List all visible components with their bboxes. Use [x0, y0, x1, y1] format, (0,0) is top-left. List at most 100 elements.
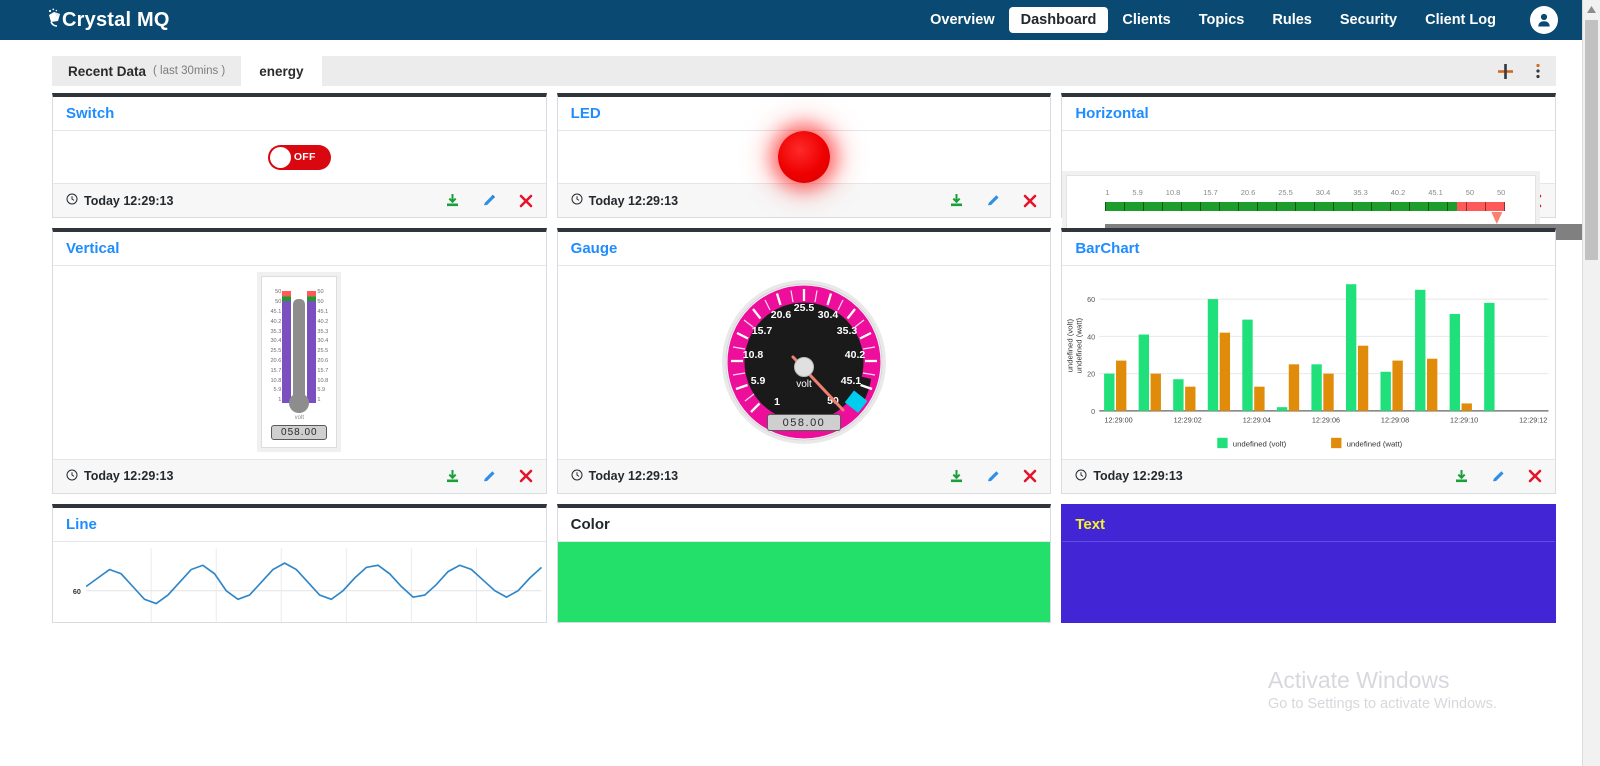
nav-item-clients[interactable]: Clients [1108, 7, 1184, 33]
hg-tick: 45.1 [1428, 188, 1443, 197]
vg-tick: 50 [317, 289, 324, 296]
page-scrollbar[interactable] [1582, 0, 1600, 766]
svg-text:12:29:02: 12:29:02 [1174, 415, 1202, 424]
pencil-edit-icon[interactable] [986, 193, 1001, 208]
svg-text:volt: volt [796, 379, 812, 390]
nav-item-client-log[interactable]: Client Log [1411, 7, 1510, 33]
close-delete-icon[interactable] [1023, 469, 1037, 483]
hgauge-bar-top [1105, 202, 1506, 211]
pencil-edit-icon[interactable] [482, 469, 497, 484]
svg-text:20.6: 20.6 [771, 309, 792, 321]
nav-item-overview[interactable]: Overview [916, 7, 1009, 33]
hg-tick: 20.6 [1240, 188, 1256, 197]
card-barchart-footer: Today 12:29:13 [1062, 458, 1555, 493]
vg-tick: 10.8 [317, 377, 329, 384]
svg-text:30.4: 30.4 [818, 309, 839, 321]
card-color-header: Color [557, 508, 1051, 542]
plus-icon[interactable] [1497, 63, 1514, 80]
svg-text:25.5: 25.5 [794, 302, 815, 314]
timestamp-switch: Today 12:29:13 [66, 193, 173, 208]
card-color-body [557, 541, 1051, 623]
timestamp-switch-text: Today 12:29:13 [84, 193, 174, 208]
hg-tick: 10.8 [1165, 188, 1181, 197]
hg-tick: 40.2 [1390, 188, 1406, 197]
timestamp-led: Today 12:29:13 [571, 193, 678, 208]
tab-bar-actions [1497, 56, 1556, 86]
vg-tick: 50 [275, 289, 282, 296]
card-text-header: Text [1062, 508, 1555, 542]
vg-tick: 50 [275, 299, 282, 306]
clock-icon [571, 193, 583, 208]
user-avatar-icon[interactable] [1530, 6, 1558, 34]
switch-toggle[interactable]: OFF [267, 144, 331, 170]
hg-tick: 35.3 [1353, 188, 1368, 197]
nav-item-topics[interactable]: Topics [1185, 7, 1259, 33]
svg-text:undefined (volt): undefined (volt) [1066, 319, 1075, 373]
svg-text:20: 20 [1087, 370, 1095, 379]
vg-tick: 25.5 [317, 348, 329, 355]
tab-energy[interactable]: energy [241, 56, 322, 86]
close-delete-icon[interactable] [519, 194, 533, 208]
svg-text:35.3: 35.3 [837, 325, 858, 337]
hg-tick: 50 [1465, 188, 1475, 197]
hg-tick: 30.4 [1315, 188, 1331, 197]
vg-tick: 50 [317, 299, 324, 306]
card-gauge-body: 1 5.9 10.8 15.7 20.6 25.5 30.4 35.3 40.2… [558, 266, 1051, 459]
download-icon[interactable] [949, 193, 964, 208]
download-icon[interactable] [445, 193, 460, 208]
card-barchart-title: BarChart [1075, 240, 1140, 257]
nav-item-rules[interactable]: Rules [1258, 7, 1326, 33]
card-switch-actions [445, 193, 533, 208]
hg-tick: 50 [1496, 188, 1506, 197]
vg-tick: 1 [317, 397, 321, 404]
hg-tick: 1 [1105, 188, 1110, 197]
card-barchart-header: BarChart [1062, 232, 1555, 266]
timestamp-vertical: Today 12:29:13 [66, 469, 173, 484]
pencil-edit-icon[interactable] [1491, 469, 1506, 484]
crystal-logo-icon [44, 7, 70, 33]
card-line-title: Line [66, 515, 97, 533]
vg-tick: 30.4 [317, 338, 329, 345]
scrollbar-thumb[interactable] [1585, 20, 1598, 260]
pencil-edit-icon[interactable] [482, 193, 497, 208]
nav-items: Overview Dashboard Clients Topics Rules … [916, 0, 1510, 40]
barchart-svg: 0204060undefined (volt) undefined (watt)1… [1066, 284, 1549, 449]
card-led-title: LED [570, 105, 601, 122]
card-text-body [1062, 542, 1555, 623]
card-horizontal: Horizontal 1 5.9 10.8 15.7 20.6 25.5 30.… [1061, 93, 1600, 283]
download-icon[interactable] [1454, 469, 1469, 484]
svg-text:60: 60 [73, 586, 81, 595]
card-switch: Switch OFF Today 12:29:13 [52, 93, 547, 218]
download-icon[interactable] [445, 469, 460, 484]
card-barchart: BarChart 0 20 40 60 undefined (volt) undefine… [1061, 228, 1556, 494]
nav-item-dashboard[interactable]: Dashboard [1008, 7, 1109, 33]
close-delete-icon[interactable] [1528, 469, 1542, 483]
vg-tick: 15.7 [317, 367, 329, 374]
color-swatch [557, 541, 1051, 623]
linechart-svg: 60 [73, 547, 543, 623]
vgauge-bar-left [282, 291, 292, 404]
clock-icon [1075, 469, 1087, 484]
svg-text:12:29:00: 12:29:00 [1105, 415, 1133, 424]
hgauge-marker-top [1491, 212, 1503, 224]
pencil-edit-icon[interactable] [986, 469, 1001, 484]
svg-text:undefined (watt): undefined (watt) [1075, 317, 1084, 373]
vg-tick: 1 [278, 397, 282, 404]
scroll-up-arrow-icon[interactable] [1583, 0, 1600, 18]
card-vertical-header: Vertical [53, 232, 546, 266]
switch-state-label: OFF [293, 151, 316, 163]
card-led-footer: Today 12:29:13 [557, 183, 1051, 217]
svg-text:undefined (watt): undefined (watt) [1347, 440, 1403, 449]
card-horizontal-title: Horizontal [1075, 105, 1149, 122]
close-delete-icon[interactable] [519, 469, 533, 483]
vg-tick: 45.1 [270, 308, 282, 315]
download-icon[interactable] [949, 469, 964, 484]
svg-text:5.9: 5.9 [751, 375, 766, 387]
card-vertical-title: Vertical [66, 240, 120, 257]
card-led-body [558, 131, 1051, 183]
brand-logo-area[interactable]: Crystal MQ [44, 7, 170, 33]
vertical-dots-icon[interactable] [1536, 63, 1540, 79]
nav-item-security[interactable]: Security [1326, 7, 1411, 33]
close-delete-icon[interactable] [1023, 194, 1037, 208]
vg-tick: 35.3 [270, 328, 282, 335]
